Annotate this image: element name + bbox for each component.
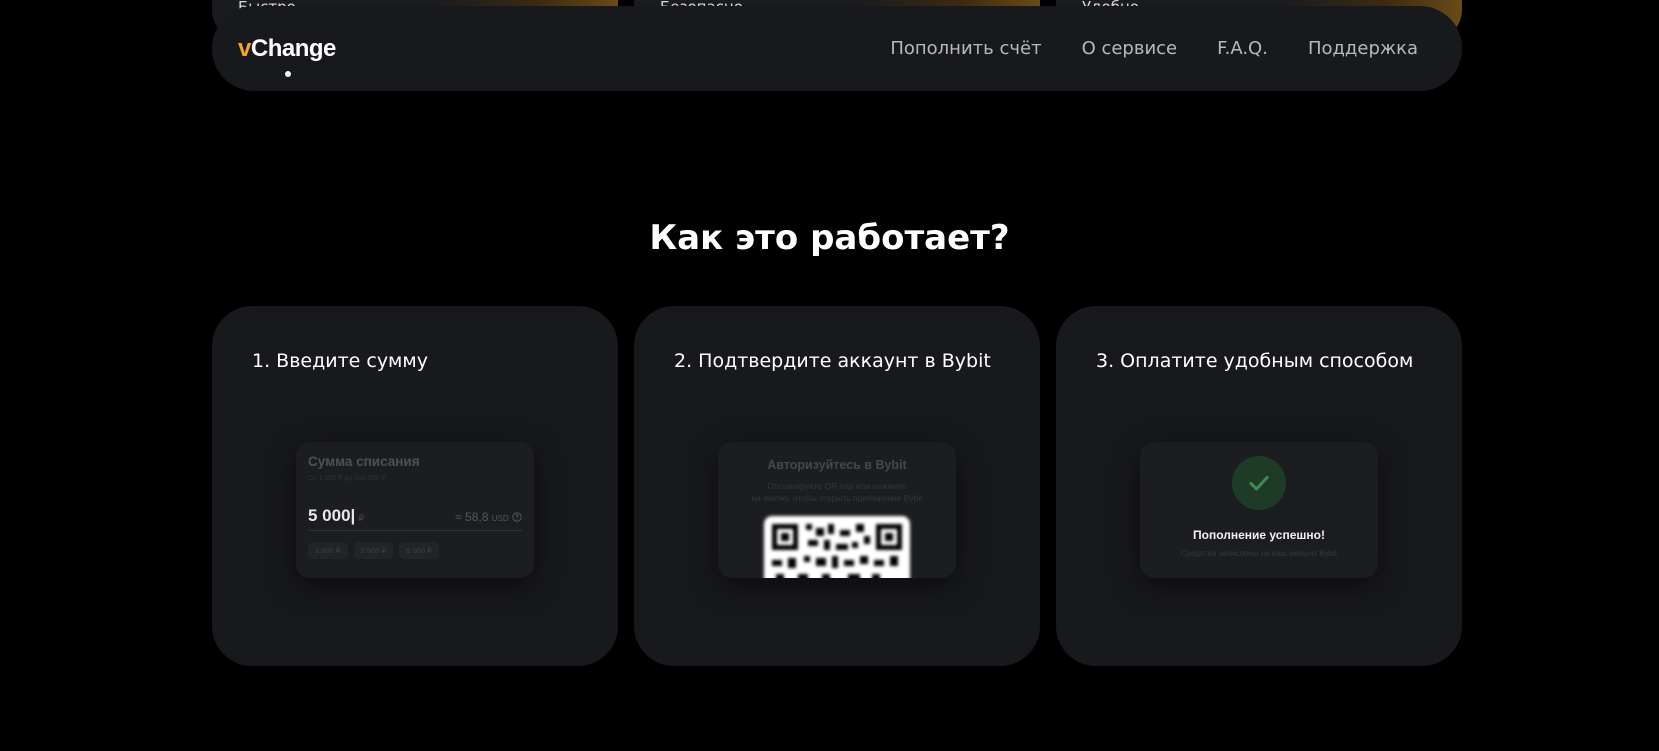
step-card-enter-amount: 1. Введите сумму Сумма списания От 1 000… bbox=[212, 306, 618, 666]
logo[interactable]: vChange bbox=[238, 34, 337, 77]
auth-title: Авторизуйтесь в Bybit bbox=[767, 458, 907, 472]
amount-form-preview: Сумма списания От 1 000 ₽ до 100 000 ₽ 5… bbox=[296, 442, 534, 578]
nav-support[interactable]: Поддержка bbox=[1308, 38, 1418, 59]
question-circle-icon bbox=[512, 512, 522, 522]
quick-amount-chip: 5 000 ₽ bbox=[399, 542, 439, 559]
amount-number: 5 000| bbox=[308, 506, 356, 525]
site-header: vChange Пополнить счёт О сервисе F.A.Q. … bbox=[212, 6, 1462, 91]
auth-hint-line: Отсканируйте QR-код или нажмите bbox=[767, 481, 907, 491]
logo-accent: v bbox=[238, 34, 251, 62]
step-title: 2. Подтвердите аккаунт в Bybit bbox=[674, 350, 991, 372]
usd-unit: USD bbox=[491, 514, 509, 523]
nav-about[interactable]: О сервисе bbox=[1082, 38, 1178, 59]
logo-dot bbox=[285, 70, 291, 77]
step-card-pay: 3. Оплатите удобным способом Пополнение … bbox=[1056, 306, 1462, 666]
qr-code-icon bbox=[764, 516, 910, 578]
usd-conversion: ≈ 58,8 USD bbox=[455, 510, 522, 524]
section-title: Как это работает? bbox=[649, 218, 1010, 258]
step-title: 1. Введите сумму bbox=[252, 350, 428, 372]
step-card-confirm-account: 2. Подтвердите аккаунт в Bybit Авторизуй… bbox=[634, 306, 1040, 666]
amount-label: Сумма списания bbox=[308, 454, 420, 469]
amount-value: 5 000| ₽ bbox=[308, 506, 364, 526]
amount-currency: ₽ bbox=[358, 513, 365, 523]
success-hint: Средства зачислены на ваш аккаунт Bybit bbox=[1180, 549, 1338, 558]
success-title: Пополнение успешно! bbox=[1193, 528, 1325, 542]
nav-faq[interactable]: F.A.Q. bbox=[1217, 38, 1268, 59]
auth-hint: Отсканируйте QR-код или нажмите на кнопк… bbox=[728, 480, 946, 504]
quick-amount-chip: 2 500 ₽ bbox=[353, 542, 394, 559]
quick-amount-chip: 1 000 ₽ bbox=[308, 542, 348, 559]
quick-amount-chips: 1 000 ₽ 2 500 ₽ 5 000 ₽ bbox=[308, 542, 439, 559]
amount-underline bbox=[308, 530, 522, 531]
check-icon bbox=[1232, 456, 1286, 510]
main-nav: Пополнить счёт О сервисе F.A.Q. Поддержк… bbox=[890, 38, 1418, 59]
amount-hint: От 1 000 ₽ до 100 000 ₽ bbox=[308, 475, 387, 482]
auth-hint-line: на кнопку, чтобы открыть приложение Bybi… bbox=[751, 493, 923, 503]
step-title: 3. Оплатите удобным способом bbox=[1096, 350, 1414, 372]
nav-top-up[interactable]: Пополнить счёт bbox=[890, 38, 1041, 59]
bybit-auth-preview: Авторизуйтесь в Bybit Отсканируйте QR-ко… bbox=[718, 442, 956, 578]
usd-value: ≈ 58,8 bbox=[455, 510, 489, 524]
payment-success-preview: Пополнение успешно! Средства зачислены н… bbox=[1140, 442, 1378, 578]
logo-text: Change bbox=[250, 34, 337, 62]
